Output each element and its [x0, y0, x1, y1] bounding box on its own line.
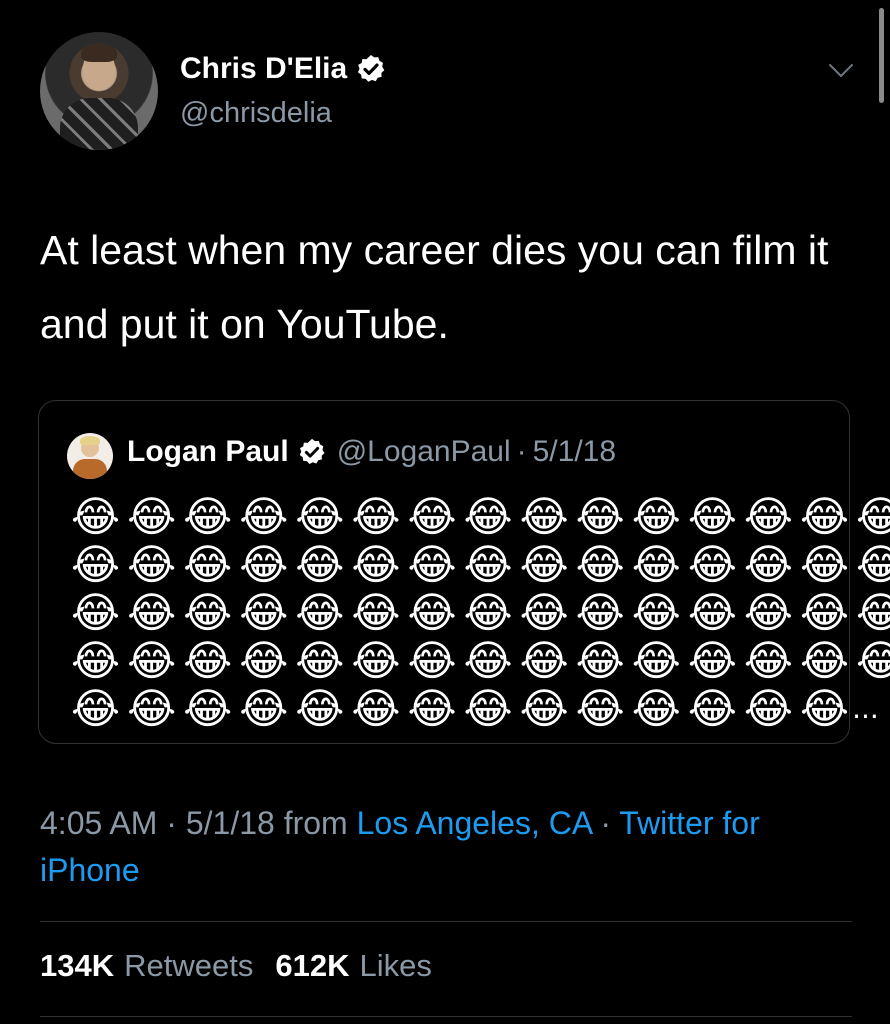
chevron-down-icon[interactable]	[828, 62, 854, 80]
quoted-tweet-header: Logan Paul @LoganPaul · 5/1/18	[127, 435, 616, 469]
quoted-author-avatar[interactable]	[67, 433, 113, 479]
author-display-name[interactable]: Chris D'Elia	[180, 52, 347, 86]
divider	[40, 1016, 852, 1017]
meta-from: from	[274, 805, 357, 841]
tweet-header: Chris D'Elia @chrisdelia	[40, 32, 853, 152]
quoted-avatar-shirt	[73, 459, 107, 479]
author-avatar[interactable]	[40, 32, 158, 150]
emoji-row: 😂😂😂😂😂😂😂😂😂😂😂😂😂😂😂	[71, 636, 890, 685]
tweet-stats: 134K Retweets 612K Likes	[40, 948, 454, 984]
tweet-text: At least when my career dies you can fil…	[40, 227, 829, 347]
verified-badge-icon	[299, 438, 325, 464]
tweet-metadata: 4:05 AM · 5/1/18 from Los Angeles, CA · …	[40, 800, 840, 894]
likes-count[interactable]: 612K	[275, 948, 349, 984]
author-name-row[interactable]: Chris D'Elia	[180, 52, 387, 86]
meta-separator: ·	[157, 805, 186, 841]
tweet-date[interactable]: 5/1/18	[186, 805, 275, 841]
scrollbar[interactable]	[879, 8, 884, 103]
emoji-row-last: 😂😂😂😂😂😂😂😂😂😂😂😂😂😂 ...	[71, 685, 879, 733]
author-handle[interactable]: @chrisdelia	[180, 97, 332, 130]
location-link[interactable]: Los Angeles, CA	[357, 805, 592, 841]
quoted-tweet-text: 😂😂😂😂😂😂😂😂😂😂😂😂😂😂😂 😂😂😂😂😂😂😂😂😂😂😂😂😂😂😂 😂😂😂😂😂😂😂😂…	[71, 492, 890, 733]
quoted-separator: ·	[516, 435, 527, 468]
emoji-row: 😂😂😂😂😂😂😂😂😂😂😂😂😂😂😂	[71, 492, 890, 541]
verified-badge-icon	[358, 55, 385, 82]
quoted-author-name[interactable]: Logan Paul	[127, 435, 289, 469]
emoji-row: 😂😂😂😂😂😂😂😂😂😂😂😂😂😂😂	[71, 588, 890, 637]
quoted-avatar-hair	[80, 436, 100, 445]
emoji-row: 😂😂😂😂😂😂😂😂😂😂😂😂😂😂😂	[71, 540, 890, 589]
retweets-count[interactable]: 134K	[40, 948, 114, 984]
truncation-ellipsis: ...	[852, 692, 879, 725]
quoted-date: 5/1/18	[532, 435, 617, 468]
quoted-tweet-card[interactable]: Logan Paul @LoganPaul · 5/1/18 😂😂😂😂😂😂😂😂😂…	[38, 400, 890, 744]
avatar-hair	[81, 44, 117, 62]
emoji-row-content: 😂😂😂😂😂😂😂😂😂😂😂😂😂😂	[71, 684, 857, 733]
meta-separator: ·	[591, 805, 620, 841]
tweet-time[interactable]: 4:05 AM	[40, 805, 157, 841]
avatar-shirt	[60, 98, 138, 150]
likes-label[interactable]: Likes	[359, 948, 431, 984]
quoted-author-handle[interactable]: @LoganPaul	[337, 435, 511, 469]
divider	[40, 921, 852, 922]
retweets-label[interactable]: Retweets	[124, 948, 253, 984]
